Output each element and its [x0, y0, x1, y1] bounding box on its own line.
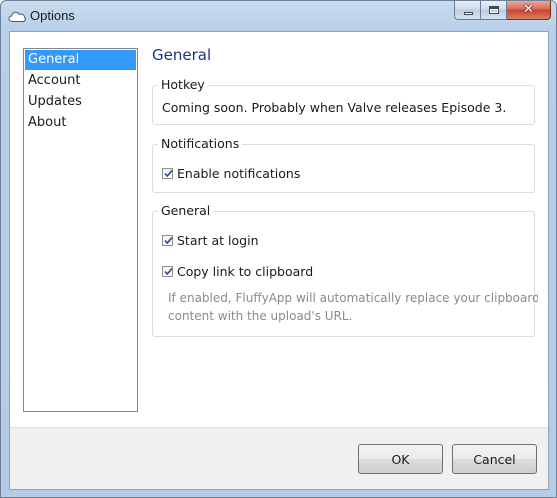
cancel-button[interactable]: Cancel	[452, 444, 537, 474]
checkmark-icon	[164, 267, 173, 276]
enable-notifications-label[interactable]: Enable notifications	[177, 166, 300, 181]
start-at-login-checkbox[interactable]	[162, 235, 173, 246]
hotkey-info-text: Coming soon. Probably when Valve release…	[162, 100, 507, 115]
copy-link-help-text: If enabled, FluffyApp will automatically…	[168, 289, 538, 325]
dialog-footer: OK Cancel	[10, 427, 548, 489]
maximize-button[interactable]	[481, 1, 507, 20]
ok-button[interactable]: OK	[358, 444, 443, 474]
category-list[interactable]: General Account Updates About	[23, 48, 138, 412]
nav-item-account[interactable]: Account	[25, 71, 136, 91]
title-bar[interactable]: Options ✕	[1, 1, 556, 31]
help-text-line-1: If enabled, FluffyApp will automatically…	[168, 291, 538, 305]
nav-item-general[interactable]: General	[25, 50, 136, 70]
cloud-icon	[8, 9, 26, 23]
minimize-button[interactable]	[454, 1, 481, 20]
nav-item-updates[interactable]: Updates	[25, 92, 136, 112]
checkmark-icon	[164, 169, 173, 178]
options-window: Options ✕ General Account Updates About …	[0, 0, 557, 498]
checkmark-icon	[164, 236, 173, 245]
copy-link-label[interactable]: Copy link to clipboard	[177, 264, 313, 279]
client-area: General Account Updates About General Ho…	[9, 31, 549, 490]
hotkey-group-legend: Hotkey	[158, 77, 208, 92]
hotkey-group: Hotkey Coming soon. Probably when Valve …	[152, 77, 535, 125]
copy-link-option[interactable]: Copy link to clipboard	[162, 264, 313, 279]
enable-notifications-option[interactable]: Enable notifications	[162, 166, 300, 181]
notifications-group: Notifications Enable notifications	[152, 136, 535, 193]
help-text-line-2: content with the upload's URL.	[168, 309, 353, 323]
enable-notifications-checkbox[interactable]	[162, 168, 173, 179]
start-at-login-option[interactable]: Start at login	[162, 233, 259, 248]
copy-link-checkbox[interactable]	[162, 266, 173, 277]
general-group: General Start at login Copy link to clip…	[152, 203, 538, 337]
close-icon: ✕	[523, 2, 534, 17]
general-group-legend: General	[158, 203, 214, 218]
page-title: General	[152, 46, 212, 64]
start-at-login-label[interactable]: Start at login	[177, 233, 259, 248]
notifications-group-legend: Notifications	[158, 136, 243, 151]
nav-item-about[interactable]: About	[25, 113, 136, 133]
close-button[interactable]: ✕	[507, 1, 551, 20]
caption-buttons: ✕	[454, 1, 551, 21]
window-title: Options	[30, 8, 75, 23]
